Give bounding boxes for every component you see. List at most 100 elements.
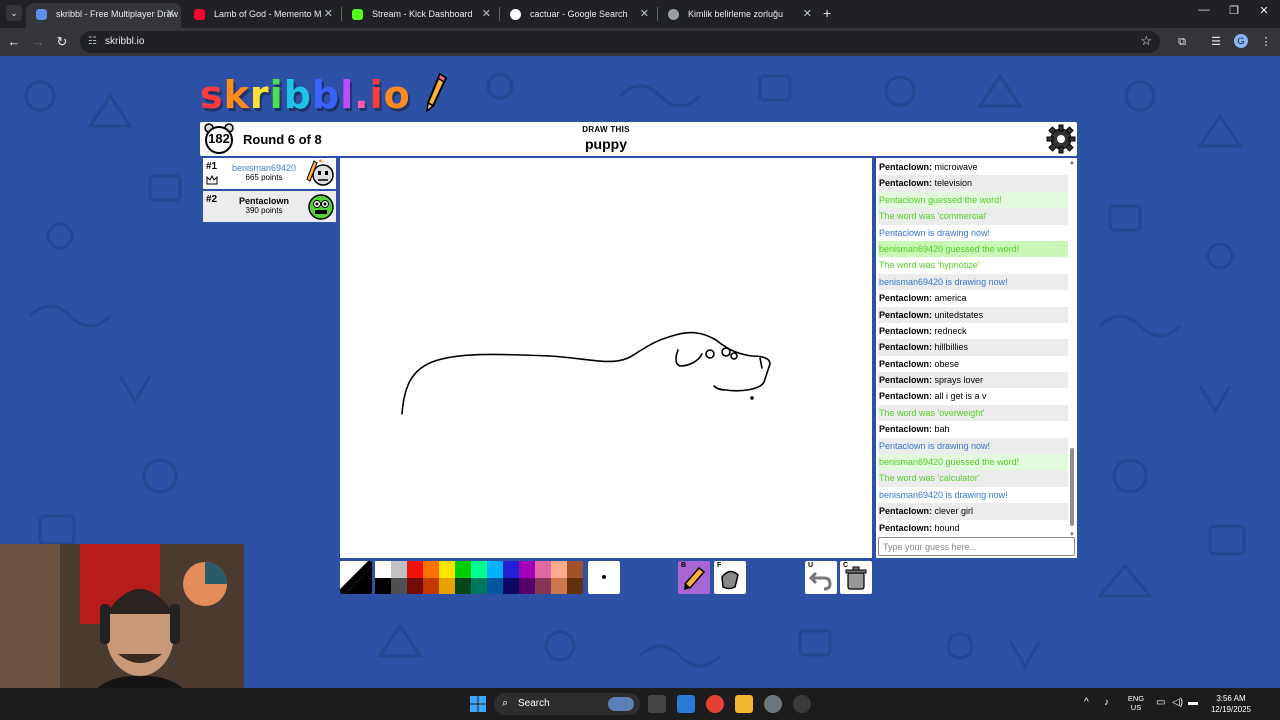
tray-overflow-icon[interactable]: ^ — [1084, 697, 1089, 708]
chat-text: television — [934, 178, 973, 189]
color-swatch[interactable] — [439, 561, 455, 578]
close-tab-icon[interactable]: ✕ — [324, 3, 333, 25]
restore-icon[interactable]: ❐ — [1222, 4, 1246, 17]
forward-icon[interactable]: → — [30, 34, 46, 50]
profile-avatar[interactable]: G — [1234, 34, 1248, 48]
chat-message: The word was 'hypnotize' — [879, 260, 980, 271]
close-tab-icon[interactable]: ✕ — [803, 3, 812, 25]
color-swatch[interactable] — [471, 561, 487, 578]
tab-skribbl[interactable]: skribbl - Free Multiplayer Draw ✕ — [26, 3, 181, 28]
brush-tool-button[interactable]: B — [678, 561, 710, 594]
brush-size-button[interactable] — [588, 561, 620, 594]
site-info-icon[interactable]: ☷ — [88, 35, 100, 49]
current-color-swatch[interactable] — [340, 561, 372, 594]
obs-icon[interactable] — [793, 695, 811, 713]
start-icon[interactable] — [469, 695, 487, 713]
color-swatch[interactable] — [487, 561, 503, 578]
tab-challenge[interactable]: Kimlik belirleme zorluğu ✕ — [658, 3, 818, 28]
tab-google[interactable]: cactuar - Google Search ✕ — [500, 3, 655, 28]
color-swatch[interactable] — [423, 577, 439, 594]
task-view-icon[interactable] — [648, 695, 666, 713]
extensions-icon[interactable]: ⧉ — [1174, 34, 1190, 50]
color-swatch[interactable] — [503, 561, 519, 578]
tab-title: Stream - Kick Dashboard — [372, 9, 473, 19]
minimize-icon[interactable]: — — [1192, 4, 1216, 16]
close-tab-icon[interactable]: ✕ — [166, 3, 175, 25]
guess-input[interactable] — [878, 537, 1075, 556]
drawing-canvas[interactable] — [340, 158, 872, 558]
color-swatch[interactable] — [487, 577, 503, 594]
bookmark-star-icon[interactable]: ☆ — [1140, 33, 1152, 49]
chat-text: sprays lover — [934, 375, 984, 386]
tab-title: Lamb of God - Memento M — [214, 9, 322, 19]
color-swatch[interactable] — [471, 577, 487, 594]
logo-letter: l — [340, 73, 355, 117]
taskbar-search[interactable]: ⌕ Search — [494, 693, 640, 715]
network-icon[interactable]: ▭ — [1156, 697, 1165, 708]
clear-button[interactable]: C — [840, 561, 872, 594]
url-text[interactable]: skribbl.io — [105, 35, 144, 49]
color-swatch[interactable] — [439, 577, 455, 594]
chat-message: Pentaclown: hound — [878, 520, 1068, 536]
player-card[interactable]: #1 benisman69420 665 points — [203, 158, 336, 189]
color-swatch[interactable] — [503, 577, 519, 594]
color-swatch[interactable] — [423, 561, 439, 578]
color-swatch[interactable] — [519, 577, 535, 594]
color-swatch[interactable] — [551, 577, 567, 594]
player-card[interactable]: #2 Pentaclown 390 points — [203, 191, 336, 222]
color-swatch[interactable] — [375, 561, 391, 578]
player-rank: #1 — [206, 161, 218, 172]
chat-text: all i get is a v — [934, 391, 987, 402]
tab-youtube[interactable]: Lamb of God - Memento M ✕ — [184, 3, 339, 28]
reload-icon[interactable]: ↻ — [54, 34, 70, 50]
chat-author: Pentaclown: — [879, 178, 933, 189]
chrome-icon[interactable] — [706, 695, 724, 713]
taskbar-clock[interactable]: 3:56 AM 12/19/2025 — [1206, 693, 1256, 715]
color-swatch[interactable] — [375, 577, 391, 594]
close-window-icon[interactable]: ✕ — [1252, 4, 1276, 17]
color-swatch[interactable] — [519, 561, 535, 578]
microphone-icon[interactable]: ♪ — [1104, 697, 1109, 708]
kick-favicon-icon — [352, 9, 363, 20]
undo-button[interactable]: U — [805, 561, 837, 594]
color-swatch[interactable] — [391, 577, 407, 594]
fill-tool-button[interactable]: F — [714, 561, 746, 594]
address-bar[interactable]: ☷ skribbl.io ☆ — [80, 31, 1160, 53]
reading-list-icon[interactable]: ☰ — [1208, 34, 1224, 50]
copilot-icon[interactable] — [677, 695, 695, 713]
file-explorer-icon[interactable] — [735, 695, 753, 713]
chat-scrollbar[interactable]: ▲ ▼ — [1069, 160, 1075, 538]
game-header-bar: 182 Round 6 of 8 DRAW THIS puppy — [200, 122, 1077, 156]
settings-gear-icon[interactable] — [1046, 124, 1076, 154]
color-swatch[interactable] — [407, 577, 423, 594]
chat-author: Pentaclown: — [879, 424, 933, 435]
tab-search-button[interactable]: ⌄ — [6, 5, 22, 21]
volume-icon[interactable]: ◁) — [1172, 697, 1183, 708]
color-swatch[interactable] — [455, 577, 471, 594]
google-favicon-icon — [510, 9, 521, 20]
back-icon[interactable]: ← — [6, 34, 22, 50]
language-indicator[interactable]: ENG US — [1126, 694, 1146, 712]
chat-author: Pentaclown: — [879, 293, 933, 304]
tab-kick[interactable]: Stream - Kick Dashboard ✕ — [342, 3, 497, 28]
close-tab-icon[interactable]: ✕ — [482, 3, 491, 25]
color-swatch[interactable] — [567, 561, 583, 578]
chat-scroll-thumb[interactable] — [1070, 448, 1074, 526]
chat-author: Pentaclown: — [879, 506, 933, 517]
color-swatch[interactable] — [567, 577, 583, 594]
battery-icon[interactable]: ▬ — [1188, 697, 1198, 708]
color-swatch[interactable] — [455, 561, 471, 578]
chat-message: Pentaclown is drawing now! — [878, 437, 1068, 455]
color-swatch[interactable] — [407, 561, 423, 578]
color-swatch[interactable] — [551, 561, 567, 578]
color-swatch[interactable] — [535, 561, 551, 578]
settings-app-icon[interactable] — [764, 695, 782, 713]
color-swatch[interactable] — [535, 577, 551, 594]
tab-title: cactuar - Google Search — [530, 9, 628, 19]
chat-text: hound — [934, 522, 960, 533]
new-tab-button[interactable]: + — [823, 5, 831, 21]
color-swatch[interactable] — [391, 561, 407, 578]
scroll-up-icon[interactable]: ▲ — [1069, 160, 1075, 166]
menu-icon[interactable]: ⋮ — [1258, 34, 1274, 50]
close-tab-icon[interactable]: ✕ — [640, 3, 649, 25]
